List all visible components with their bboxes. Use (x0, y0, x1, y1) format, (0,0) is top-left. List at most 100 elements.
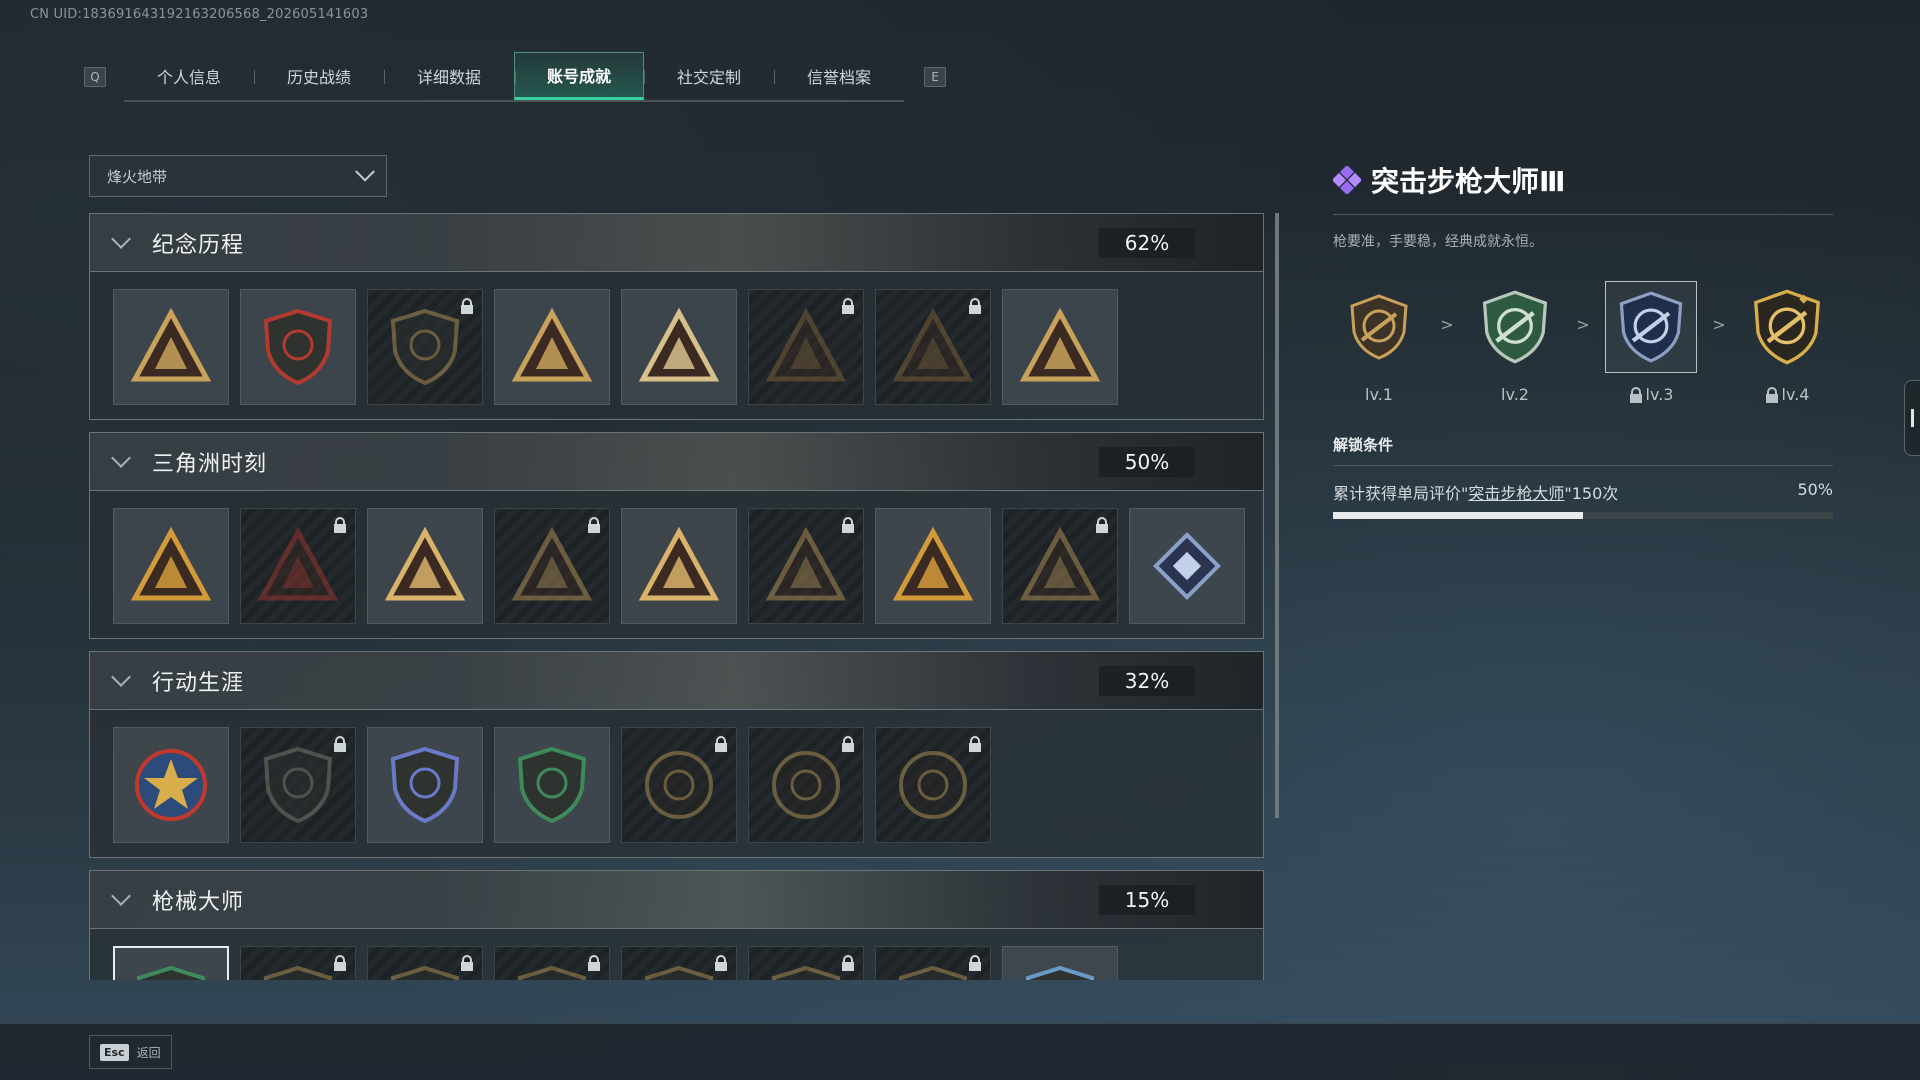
section-header[interactable]: 纪念历程 62% (89, 213, 1264, 272)
achievement-emblem-icon (263, 965, 333, 980)
footer-bar (0, 1023, 1920, 1080)
lock-icon (842, 517, 854, 533)
achievement-emblem-icon (512, 526, 592, 601)
rifle-badge-blue-icon (1619, 291, 1683, 363)
achievement-badge[interactable] (113, 508, 229, 624)
back-button[interactable]: Esc 返回 (89, 1035, 172, 1069)
achievement-badge[interactable] (875, 289, 991, 405)
achievement-badge[interactable] (1002, 946, 1118, 980)
achievement-badge[interactable] (494, 289, 610, 405)
achievement-badge[interactable] (494, 727, 610, 843)
achievement-badge[interactable] (1129, 508, 1245, 624)
achievement-emblem-icon (766, 307, 846, 382)
achievement-badge[interactable] (621, 508, 737, 624)
achievement-badge[interactable] (113, 289, 229, 405)
achievement-badge[interactable] (621, 727, 737, 843)
achievement-badge[interactable] (240, 289, 356, 405)
achievement-emblem-icon (131, 526, 211, 601)
level-track: lv.1 > lv.2 > lv.3 > lv.4 (1333, 281, 1833, 404)
achievement-list[interactable]: 纪念历程 62% 三角洲时刻 50% 行动生涯 32% 枪械大师 15% (89, 213, 1264, 980)
lock-icon (842, 736, 854, 752)
achievement-emblem-icon (771, 965, 841, 980)
section-title: 行动生涯 (152, 670, 245, 696)
achievement-badge[interactable] (113, 946, 229, 980)
achievement-badge[interactable] (621, 946, 737, 980)
achievement-emblem-icon (766, 526, 846, 601)
achievement-badge[interactable] (875, 946, 991, 980)
prev-tab-key[interactable]: Q (84, 67, 106, 87)
chevron-down-icon (355, 161, 375, 182)
achievement-badge[interactable] (875, 727, 991, 843)
detail-title: 突击步枪大师Ⅲ (1371, 165, 1566, 198)
achievement-badge[interactable] (875, 508, 991, 624)
section-percent: 32% (1099, 666, 1195, 696)
condition-progress-fill (1333, 512, 1583, 519)
next-tab-key[interactable]: E (924, 67, 946, 87)
achievement-badge[interactable] (748, 946, 864, 980)
achievement-section: 行动生涯 32% (89, 651, 1264, 858)
achievement-badge[interactable] (748, 727, 864, 843)
lock-icon (588, 955, 600, 971)
section-percent: 50% (1099, 447, 1195, 477)
achievement-badge[interactable] (494, 508, 610, 624)
achievement-badge[interactable] (1002, 289, 1118, 405)
achievement-badge[interactable] (367, 727, 483, 843)
mode-dropdown[interactable]: 烽火地带 (89, 155, 387, 197)
lock-icon (969, 955, 981, 971)
chevron-down-icon (111, 885, 131, 906)
tab-detailed-data[interactable]: 详细数据 (384, 52, 514, 100)
tab-achievements[interactable]: 账号成就 (514, 52, 644, 100)
section-header[interactable]: 行动生涯 32% (89, 651, 1264, 710)
tab-social[interactable]: 社交定制 (644, 52, 774, 100)
achievement-badge[interactable] (240, 508, 356, 624)
achievement-badge[interactable] (494, 946, 610, 980)
achievement-emblem-icon (512, 307, 592, 382)
condition-text: 累计获得单局评价"突击步枪大师"150次 (1333, 484, 1619, 503)
section-header[interactable]: 三角洲时刻 50% (89, 432, 1264, 491)
achievement-emblem-icon (258, 526, 338, 601)
list-scrollbar[interactable] (1275, 213, 1279, 818)
chevron-down-icon (111, 666, 131, 687)
lock-icon (969, 298, 981, 314)
achievement-badge[interactable] (1002, 508, 1118, 624)
achievement-emblem-icon (263, 746, 333, 824)
section-header[interactable]: 枪械大师 15% (89, 870, 1264, 929)
tab-personal-info[interactable]: 个人信息 (124, 52, 254, 100)
achievement-emblem-icon (517, 965, 587, 980)
achievement-emblem-icon (1153, 532, 1221, 600)
level-1[interactable]: lv.1 (1333, 281, 1425, 404)
achievement-emblem-icon (639, 307, 719, 382)
achievement-badge[interactable] (621, 289, 737, 405)
section-title: 纪念历程 (152, 232, 245, 258)
achievement-emblem-icon (1020, 526, 1100, 601)
tab-reputation[interactable]: 信誉档案 (774, 52, 904, 100)
achievement-badge[interactable] (367, 508, 483, 624)
level-1-badge (1333, 281, 1425, 373)
tab-history[interactable]: 历史战绩 (254, 52, 384, 100)
lock-icon (969, 736, 981, 752)
achievement-badge[interactable] (748, 508, 864, 624)
achievement-badge[interactable] (748, 289, 864, 405)
achievement-emblem-icon (772, 751, 840, 819)
lock-icon (334, 955, 346, 971)
tabs: 个人信息 历史战绩 详细数据 账号成就 社交定制 信誉档案 (124, 52, 904, 102)
level-2-label: lv.2 (1501, 385, 1529, 404)
achievement-emblem-icon (893, 526, 973, 601)
level-2[interactable]: lv.2 (1469, 281, 1561, 404)
achievement-badge[interactable] (240, 946, 356, 980)
level-4[interactable]: lv.4 (1741, 281, 1833, 404)
achievement-emblem-icon (645, 751, 713, 819)
level-separator: > (1440, 315, 1454, 334)
achievement-emblem-icon (135, 749, 207, 821)
side-panel-handle[interactable] (1904, 380, 1920, 456)
section-title: 三角洲时刻 (152, 451, 268, 477)
achievement-badge[interactable] (113, 727, 229, 843)
achievement-badge[interactable] (240, 727, 356, 843)
achievement-emblem-icon (517, 746, 587, 824)
condition-link[interactable]: 突击步枪大师 (1468, 484, 1564, 503)
achievement-emblem-icon (263, 308, 333, 386)
achievement-badge[interactable] (367, 946, 483, 980)
achievement-emblem-icon (390, 746, 460, 824)
level-3[interactable]: lv.3 (1605, 281, 1697, 404)
achievement-badge[interactable] (367, 289, 483, 405)
